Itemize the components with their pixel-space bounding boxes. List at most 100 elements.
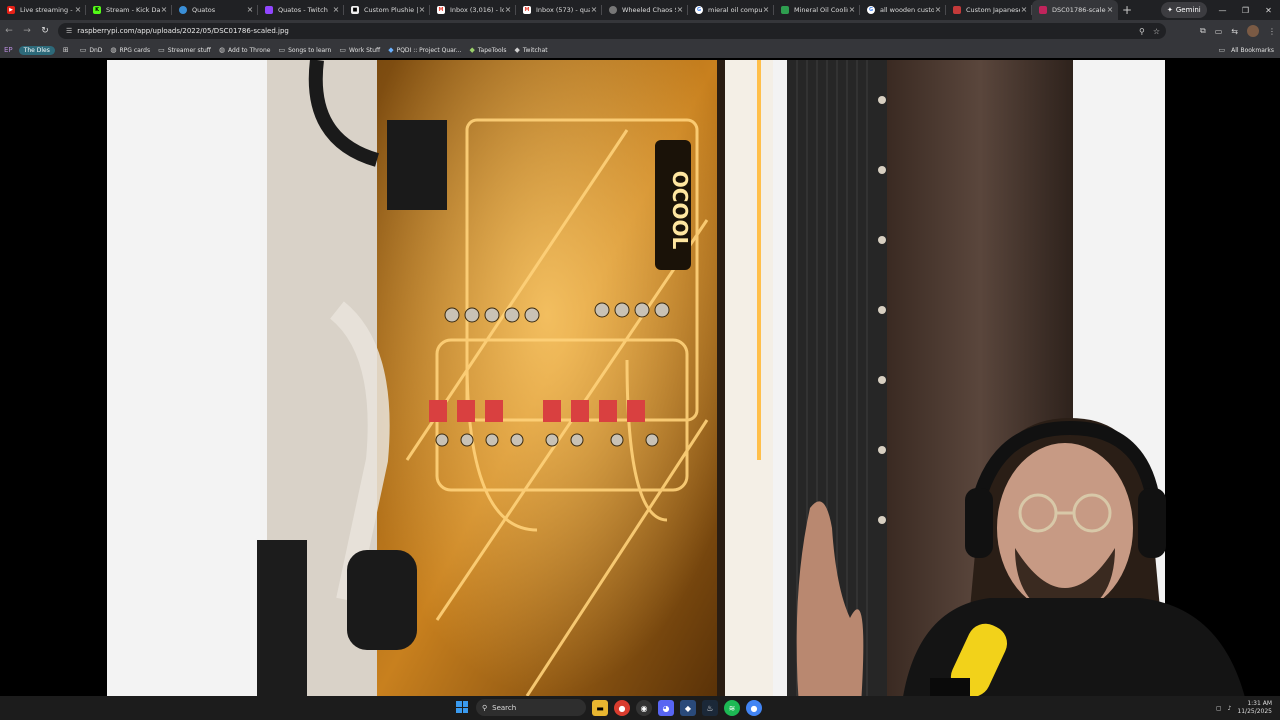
sidebar-icon[interactable]: ▭ bbox=[1215, 27, 1223, 36]
back-button[interactable]: ← bbox=[0, 20, 18, 42]
zoom-icon[interactable]: ⚲ bbox=[1139, 27, 1145, 36]
bookmark-rpg-cards[interactable]: ◍ RPG cards bbox=[110, 46, 150, 54]
bookmark-songs-to-learn[interactable]: ▭ Songs to learn bbox=[278, 46, 331, 54]
restore-icon[interactable]: ❐ bbox=[1234, 0, 1257, 20]
clock[interactable]: 1:31 AM 11/25/2025 bbox=[1237, 700, 1272, 716]
tab-kick-dashboard[interactable]: K Stream - Kick Dash × bbox=[86, 0, 172, 20]
tab-all-wooden-search[interactable]: G all wooden custon × bbox=[860, 0, 946, 20]
bookmark-label: TapeTools bbox=[477, 46, 507, 54]
quatos-icon bbox=[179, 6, 187, 14]
tab-custom-plushie[interactable]: ■ Custom Plushie | ! × bbox=[344, 0, 430, 20]
reload-button[interactable]: ↻ bbox=[36, 20, 54, 42]
tab-title: Custom Plushie | ! bbox=[364, 6, 418, 14]
close-icon[interactable]: × bbox=[1020, 6, 1028, 14]
gemini-button[interactable]: ✦ Gemini bbox=[1161, 2, 1207, 18]
reload-icon: ↻ bbox=[41, 26, 49, 36]
tab-quatos-twitch[interactable]: Quatos - Twitch × bbox=[258, 0, 344, 20]
windows-logo-icon bbox=[462, 701, 468, 707]
bookmark-label: Add to Throne bbox=[228, 46, 271, 54]
cast-icon[interactable]: ⇆ bbox=[1231, 27, 1238, 36]
steam-icon[interactable]: ♨ bbox=[702, 700, 718, 716]
close-icon[interactable]: × bbox=[590, 6, 598, 14]
globe-icon: ◍ bbox=[218, 46, 226, 54]
tab-title: Quatos bbox=[192, 6, 216, 14]
bookmark-label: RPG cards bbox=[119, 46, 151, 54]
tab-mieral-oil-search[interactable]: G mieral oil comput × bbox=[688, 0, 774, 20]
gmail-icon: M bbox=[437, 6, 445, 14]
tab-wheeled-chaos[interactable]: Wheeled Chaos Sc × bbox=[602, 0, 688, 20]
bookmark-tapetools[interactable]: ◆ TapeTools bbox=[469, 46, 506, 54]
tab-title: Mineral Oil Coolin bbox=[794, 6, 848, 14]
windows-logo-icon bbox=[456, 707, 462, 713]
tab-custom-japanese[interactable]: Custom Japanese × bbox=[946, 0, 1032, 20]
tab-strip: ▶ Live streaming - Y × K Stream - Kick D… bbox=[0, 0, 1280, 20]
new-tab-button[interactable]: + bbox=[1118, 0, 1136, 20]
bookmark-label: Streamer stuff bbox=[167, 46, 211, 54]
apps-grid[interactable]: ⊞ bbox=[63, 46, 72, 54]
bookmark-twitchat[interactable]: ◆ Twitchat bbox=[514, 46, 547, 54]
close-icon[interactable]: × bbox=[160, 6, 168, 14]
address-bar[interactable]: ☰ raspberrypi.com/app/uploads/2022/05/DS… bbox=[58, 23, 1166, 39]
start-button[interactable] bbox=[456, 701, 468, 713]
bookmark-the-dles[interactable]: The Dles bbox=[18, 45, 55, 55]
windows-taskbar: ⚲ Search ▬ ● ◉ ◕ ◆ ♨ ≋ ● ▢ ♪ 1:31 AM 11/… bbox=[0, 696, 1280, 720]
system-tray: ▢ ♪ 1:31 AM 11/25/2025 bbox=[1216, 696, 1272, 720]
close-icon[interactable]: × bbox=[504, 6, 512, 14]
tab-live-streaming[interactable]: ▶ Live streaming - Y × bbox=[0, 0, 86, 20]
tab-title: Inbox (573) - quat bbox=[536, 6, 590, 14]
windows-logo-icon bbox=[462, 707, 468, 713]
bookmark-dnd[interactable]: ▭ DnD bbox=[80, 46, 103, 54]
menu-icon[interactable]: ⋮ bbox=[1268, 27, 1276, 36]
tab-inbox-2[interactable]: M Inbox (573) - quat × bbox=[516, 0, 602, 20]
tab-dsc01786-active[interactable]: DSC01786-scaled. × bbox=[1032, 0, 1118, 20]
bookmark-pqdi[interactable]: ◆ PQDI :: Project Quar... bbox=[388, 46, 461, 54]
spotify-icon[interactable]: ≋ bbox=[724, 700, 740, 716]
site-icon: ◆ bbox=[388, 46, 394, 54]
close-icon[interactable]: × bbox=[246, 6, 254, 14]
globe-icon bbox=[609, 6, 617, 14]
bookmark-streamer-stuff[interactable]: ▭ Streamer stuff bbox=[158, 46, 211, 54]
file-explorer-icon[interactable]: ▬ bbox=[592, 700, 608, 716]
taskbar-search[interactable]: ⚲ Search bbox=[476, 699, 586, 716]
close-icon[interactable]: × bbox=[74, 6, 82, 14]
tab-title: Wheeled Chaos Sc bbox=[622, 6, 676, 14]
taskbar-apps: ▬ ● ◉ ◕ ◆ ♨ ≋ ● bbox=[592, 699, 762, 717]
profile-avatar[interactable] bbox=[1247, 25, 1259, 37]
close-icon[interactable]: × bbox=[934, 6, 942, 14]
forward-button[interactable]: → bbox=[18, 20, 36, 42]
chrome-active-icon[interactable]: ● bbox=[746, 700, 762, 716]
chrome-icon[interactable]: ● bbox=[614, 700, 630, 716]
brand-logo: OCOOL bbox=[668, 171, 692, 250]
close-icon[interactable]: × bbox=[762, 6, 770, 14]
bookmark-add-to-throne[interactable]: ◍ Add to Throne bbox=[219, 46, 271, 54]
close-icon[interactable]: × bbox=[848, 6, 856, 14]
tab-mineral-oil-cooling[interactable]: Mineral Oil Coolin × bbox=[774, 0, 860, 20]
all-bookmarks[interactable]: ▭ All Bookmarks bbox=[1219, 42, 1275, 58]
site-info-icon[interactable]: ☰ bbox=[66, 27, 72, 35]
volume-icon[interactable]: ♪ bbox=[1228, 705, 1232, 712]
folder-icon: ▭ bbox=[278, 46, 286, 54]
close-window-icon[interactable]: ✕ bbox=[1257, 0, 1280, 20]
close-icon[interactable]: × bbox=[1106, 6, 1114, 14]
obs-icon[interactable]: ◉ bbox=[636, 700, 652, 716]
bookmark-star-icon[interactable]: ☆ bbox=[1153, 27, 1160, 36]
close-icon[interactable]: × bbox=[418, 6, 426, 14]
bookmark-work-stuff[interactable]: ▭ Work Stuff bbox=[339, 46, 380, 54]
close-icon[interactable]: × bbox=[332, 6, 340, 14]
discord-icon[interactable]: ◕ bbox=[658, 700, 674, 716]
extensions-icon[interactable]: ⧉ bbox=[1200, 26, 1206, 36]
tab-quatos[interactable]: Quatos × bbox=[172, 0, 258, 20]
notification-icon[interactable]: ▢ bbox=[1216, 705, 1222, 712]
app-icon[interactable]: ◆ bbox=[680, 700, 696, 716]
google-icon: G bbox=[695, 6, 703, 14]
profile-badge-icon: EP bbox=[4, 46, 13, 54]
bookmark-label: DnD bbox=[89, 46, 103, 54]
tab-inbox-1[interactable]: M Inbox (3,016) - lon × bbox=[430, 0, 516, 20]
minimize-icon[interactable]: — bbox=[1211, 0, 1234, 20]
clock-date: 11/25/2025 bbox=[1237, 708, 1272, 715]
globe-icon: ◍ bbox=[110, 46, 117, 54]
close-icon[interactable]: × bbox=[676, 6, 684, 14]
site-icon: ◆ bbox=[469, 46, 475, 54]
bookmark-label: PQDI :: Project Quar... bbox=[396, 46, 462, 54]
bookmark-label: Twitchat bbox=[522, 46, 548, 54]
